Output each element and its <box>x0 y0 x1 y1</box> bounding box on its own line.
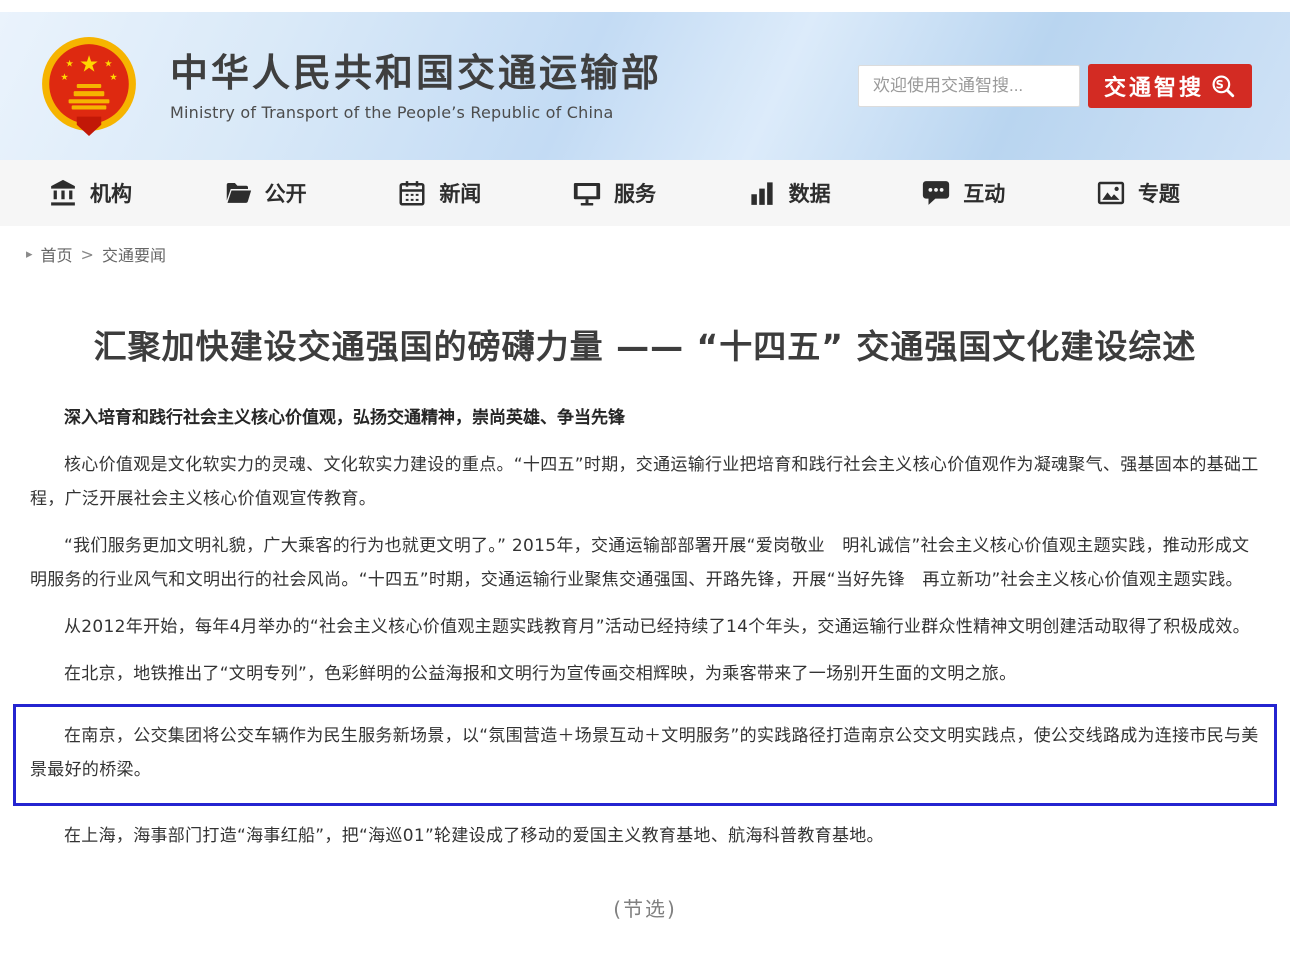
nav-item-label: 数据 <box>789 178 831 208</box>
article-paragraph: “我们服务更加文明礼貌，广大乘客的行为也就更文明了。” 2015年，交通运输部部… <box>30 529 1260 597</box>
picture-icon <box>1096 178 1126 208</box>
nav-item-label: 新闻 <box>439 178 481 208</box>
article-body: 汇聚加快建设交通强国的磅礴力量 —— “十四五” 交通强国文化建设综述 深入培育… <box>0 320 1290 922</box>
article-paragraph: 核心价值观是文化软实力的灵魂、文化软实力建设的重点。“十四五”时期，交通运输行业… <box>30 448 1260 516</box>
search-area: 交通智搜 S <box>858 64 1252 108</box>
nav-item-label: 互动 <box>963 178 1005 208</box>
highlighted-paragraph: 在南京，公交集团将公交车辆作为民生服务新场景，以“氛围营造＋场景互动＋文明服务”… <box>30 719 1260 787</box>
svg-text:★: ★ <box>66 59 74 70</box>
nav-item-interaction[interactable]: 互动 <box>921 178 1005 208</box>
svg-text:★: ★ <box>79 52 99 78</box>
china-national-emblem-icon: ★ ★ ★ ★ ★ <box>38 35 140 137</box>
nav-item-services[interactable]: 服务 <box>572 178 656 208</box>
article-title: 汇聚加快建设交通强国的磅礴力量 —— “十四五” 交通强国文化建设综述 <box>40 320 1250 368</box>
nav-item-label: 机构 <box>90 178 132 208</box>
speech-bubble-icon <box>921 178 951 208</box>
nav-item-data[interactable]: 数据 <box>747 178 831 208</box>
folder-icon <box>223 178 253 208</box>
nav-item-label: 公开 <box>265 178 307 208</box>
excerpt-note: (节选) <box>30 893 1260 922</box>
article-paragraph: 从2012年开始，每年4月举办的“社会主义核心价值观主题实践教育月”活动已经持续… <box>30 610 1260 644</box>
search-input[interactable] <box>858 65 1080 107</box>
svg-text:S: S <box>1216 77 1227 91</box>
bar-chart-icon <box>747 178 777 208</box>
magnifier-s-icon: S <box>1210 73 1236 99</box>
svg-text:★: ★ <box>109 72 117 83</box>
nav-item-label: 专题 <box>1138 178 1180 208</box>
calendar-icon <box>397 178 427 208</box>
site-subtitle: Ministry of Transport of the People’s Re… <box>170 103 662 122</box>
nav-item-institutions[interactable]: 机构 <box>48 178 132 208</box>
highlight-annotation-box: 在南京，公交集团将公交车辆作为民生服务新场景，以“氛围营造＋场景互动＋文明服务”… <box>13 704 1277 806</box>
nav-item-label: 服务 <box>614 178 656 208</box>
breadcrumb-arrow-icon: ▸ <box>26 247 33 262</box>
breadcrumb-separator: > <box>81 245 94 264</box>
article-paragraph: 在上海，海事部门打造“海事红船”，把“海巡01”轮建设成了移动的爱国主义教育基地… <box>30 819 1260 853</box>
monitor-icon <box>572 178 602 208</box>
nav-item-news[interactable]: 新闻 <box>397 178 481 208</box>
article-paragraph: 在北京，地铁推出了“文明专列”，色彩鲜明的公益海报和文明行为宣传画交相辉映，为乘… <box>30 657 1260 691</box>
breadcrumb-current[interactable]: 交通要闻 <box>102 242 166 266</box>
search-button-label: 交通智搜 <box>1104 70 1204 102</box>
search-button[interactable]: 交通智搜 S <box>1088 64 1252 108</box>
nav-item-topics[interactable]: 专题 <box>1096 178 1180 208</box>
bank-icon <box>48 178 78 208</box>
breadcrumb: ▸ 首页 > 交通要闻 <box>0 226 1290 276</box>
breadcrumb-home-link[interactable]: 首页 <box>41 242 73 266</box>
svg-text:★: ★ <box>60 72 68 83</box>
site-title: 中华人民共和国交通运输部 <box>170 50 662 98</box>
main-nav: 机构 公开 新闻 服务 数据 <box>0 160 1290 226</box>
article-lead: 深入培育和践行社会主义核心价值观，弘扬交通精神，崇尚英雄、争当先锋 <box>30 402 1260 434</box>
svg-text:★: ★ <box>104 59 112 70</box>
site-logo[interactable]: ★ ★ ★ ★ ★ 中华人民共和国交通运输部 Ministry of Trans… <box>38 35 662 137</box>
page-header: ★ ★ ★ ★ ★ 中华人民共和国交通运输部 Ministry of Trans… <box>0 12 1290 160</box>
nav-item-disclosure[interactable]: 公开 <box>223 178 307 208</box>
